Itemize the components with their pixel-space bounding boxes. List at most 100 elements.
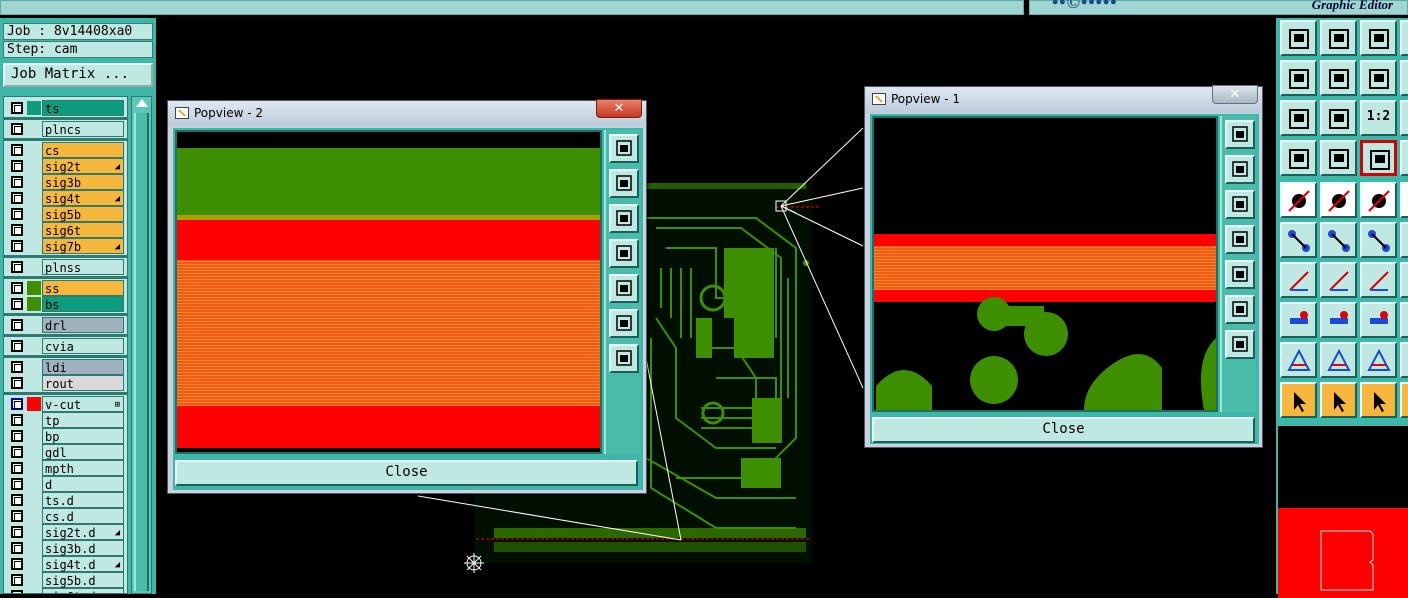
net-connect-icon[interactable]	[1280, 222, 1317, 258]
move-node-icon[interactable]	[1360, 222, 1397, 258]
triangle-b-icon[interactable]	[1320, 342, 1357, 378]
layer-row[interactable]: mpth	[4, 460, 127, 476]
popview-2-window[interactable]: Popview - 2 ✕ Close	[167, 99, 647, 494]
layer-checkbox[interactable]	[11, 494, 23, 506]
extra-icon[interactable]	[1400, 342, 1408, 378]
pan-right-icon[interactable]	[1225, 260, 1255, 289]
view-top-icon[interactable]	[1225, 155, 1255, 184]
layer-row[interactable]: rout	[4, 375, 127, 391]
layer-row[interactable]: sig3b	[4, 174, 127, 190]
snap-point-icon[interactable]	[1280, 182, 1317, 218]
layer-name[interactable]: cs	[42, 142, 124, 158]
layer-name[interactable]: bp	[42, 428, 124, 444]
arrow-select-box-icon[interactable]	[1320, 382, 1357, 418]
zoom-center-icon[interactable]	[1320, 100, 1357, 136]
layer-row[interactable]: plncs	[4, 121, 127, 137]
layer-row[interactable]: sig4t.d ◢	[4, 556, 127, 572]
layer-name[interactable]: sig5b.d	[42, 572, 124, 588]
layer-checkbox[interactable]	[11, 224, 23, 236]
layer-checkbox[interactable]	[11, 574, 23, 586]
scale-1-2-icon[interactable]: 1:2	[1360, 100, 1397, 136]
layer-row[interactable]: ts.d	[4, 492, 127, 508]
popview-2-close-button[interactable]: Close	[175, 460, 638, 486]
pan-right-icon[interactable]	[609, 274, 639, 303]
layer-name[interactable]: d	[42, 476, 124, 492]
mini-map[interactable]	[1278, 426, 1408, 598]
layer-name[interactable]: bs	[42, 296, 124, 312]
layer-row[interactable]: sig2t.d ◢	[4, 524, 127, 540]
layer-name[interactable]: sig6t.d	[42, 588, 124, 593]
close-icon[interactable]: ✕	[1212, 85, 1258, 104]
layer-checkbox[interactable]	[11, 240, 23, 252]
popview-1-viewport[interactable]	[872, 116, 1218, 412]
layer-row[interactable]: tp	[4, 412, 127, 428]
layer-checkbox[interactable]	[11, 446, 23, 458]
layer-name[interactable]: ts.d	[42, 492, 124, 508]
arrow-select-icon[interactable]	[1280, 382, 1317, 418]
extra-icon[interactable]	[1400, 302, 1408, 338]
extra-icon[interactable]	[1400, 182, 1408, 218]
horizontal-measure-icon[interactable]	[1320, 302, 1357, 338]
arc-icon[interactable]	[1360, 262, 1397, 298]
layer-name[interactable]: sig4t.d ◢	[42, 556, 124, 572]
layer-checkbox[interactable]	[11, 361, 23, 373]
zoom-out-icon[interactable]	[609, 134, 639, 163]
layer-row[interactable]: sig4t ◢	[4, 190, 127, 206]
zoom-fit-icon[interactable]	[1280, 100, 1317, 136]
layer-row[interactable]: d	[4, 476, 127, 492]
layer-name[interactable]: v-cut ⊞	[42, 396, 124, 412]
layer-name[interactable]: sig3b	[42, 174, 124, 190]
layer-color-swatch[interactable]	[27, 297, 41, 311]
layer-row[interactable]: sig5b	[4, 206, 127, 222]
zoom-center-icon[interactable]	[1225, 330, 1255, 359]
layer-row[interactable]: sig5b.d	[4, 572, 127, 588]
scroll-thumb[interactable]	[134, 113, 149, 591]
box-measure-icon[interactable]	[1360, 302, 1397, 338]
grid-icon[interactable]	[1320, 140, 1357, 176]
angle-line-icon[interactable]	[1280, 262, 1317, 298]
layer-row[interactable]: cvia	[4, 338, 127, 354]
layer-row[interactable]: sig6t.d	[4, 588, 127, 593]
layer-row[interactable]: bs	[4, 296, 127, 312]
view-home-bottom-icon[interactable]	[1320, 20, 1357, 56]
rotate-icon[interactable]	[1360, 60, 1397, 96]
layer-row[interactable]: cs.d	[4, 508, 127, 524]
delete-node-icon[interactable]	[1320, 222, 1357, 258]
arrow-select-alt-icon[interactable]	[1360, 382, 1397, 418]
extra-icon[interactable]	[1400, 262, 1408, 298]
extra-icon[interactable]	[1400, 382, 1408, 418]
layer-list-scrollbar[interactable]	[131, 96, 152, 594]
popview-1-window[interactable]: Popview - 1 ✕ Close	[864, 85, 1263, 448]
scroll-up-icon[interactable]	[136, 99, 148, 107]
popview-1-titlebar[interactable]: Popview - 1	[865, 87, 1262, 113]
layer-name[interactable]: sig2t.d ◢	[42, 524, 124, 540]
popview-2-titlebar[interactable]: Popview - 2	[168, 101, 646, 127]
layer-checkbox[interactable]	[11, 192, 23, 204]
layer-checkbox[interactable]	[11, 282, 23, 294]
view-home-top-icon[interactable]	[1280, 20, 1317, 56]
extra-icon[interactable]	[1400, 222, 1408, 258]
layer-color-swatch[interactable]	[27, 281, 41, 295]
layer-row[interactable]: plnss	[4, 259, 127, 275]
layer-name[interactable]: sig4t ◢	[42, 190, 124, 206]
layer-name[interactable]: tp	[42, 412, 124, 428]
traffic-light-icon[interactable]	[1360, 140, 1397, 176]
layer-row[interactable]: sig7b ◢	[4, 238, 127, 254]
job-matrix-button[interactable]: Job Matrix ...	[3, 63, 153, 87]
layer-checkbox[interactable]	[11, 160, 23, 172]
layer-checkbox[interactable]	[11, 590, 23, 593]
layer-checkbox[interactable]	[11, 298, 23, 310]
layer-color-swatch[interactable]	[27, 101, 41, 115]
layer-row[interactable]: v-cut ⊞	[4, 396, 127, 412]
slash-line-icon[interactable]	[1320, 262, 1357, 298]
layer-checkbox[interactable]	[11, 558, 23, 570]
layer-checkbox[interactable]	[11, 123, 23, 135]
extra-icon[interactable]	[1400, 140, 1408, 176]
layer-name[interactable]: ss	[42, 280, 124, 296]
layer-row[interactable]: sig3b.d	[4, 540, 127, 556]
layer-row[interactable]: sig2t ◢	[4, 158, 127, 174]
ruler-icon[interactable]	[1360, 182, 1397, 218]
layer-row[interactable]: ts	[4, 100, 127, 116]
home-icon[interactable]	[1360, 20, 1397, 56]
layer-name[interactable]: mpth	[42, 460, 124, 476]
